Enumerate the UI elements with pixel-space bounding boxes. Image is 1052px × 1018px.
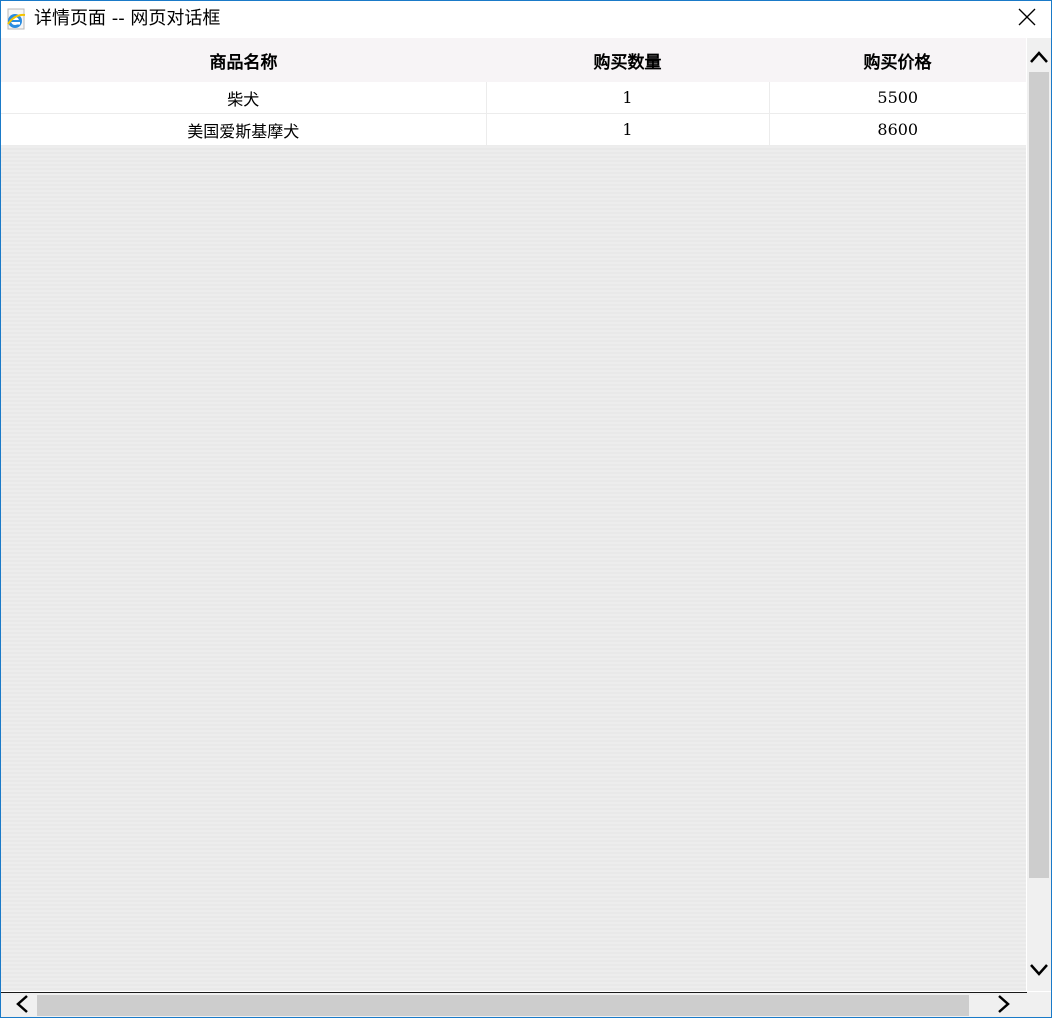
table-header-row: 商品名称 购买数量 购买价格 <box>1 38 1026 82</box>
vertical-scrollbar[interactable] <box>1027 38 1051 991</box>
dialog-window: 详情页面 -- 网页对话框 商品名称 购买数量 购买价格 柴犬 1 5500 美… <box>0 0 1052 1018</box>
content-area: 商品名称 购买数量 购买价格 柴犬 1 5500 美国爱斯基摩犬 1 8600 <box>1 38 1026 991</box>
cell-price: 8600 <box>769 113 1026 146</box>
vertical-scroll-thumb[interactable] <box>1029 72 1049 878</box>
column-header-product-name: 商品名称 <box>1 38 486 82</box>
close-icon <box>1018 8 1036 30</box>
column-header-price: 购买价格 <box>769 38 1026 82</box>
scrollbar-corner <box>1027 992 1051 1017</box>
window-title: 详情页面 -- 网页对话框 <box>34 8 221 29</box>
horizontal-scrollbar[interactable] <box>1 992 1027 1018</box>
scroll-down-button[interactable] <box>1027 955 1051 987</box>
scroll-up-button[interactable] <box>1027 42 1051 74</box>
horizontal-scroll-thumb[interactable] <box>37 995 969 1016</box>
ie-icon <box>5 8 27 30</box>
chevron-down-icon <box>1029 962 1049 981</box>
column-header-quantity: 购买数量 <box>486 38 769 82</box>
cell-product-name: 柴犬 <box>1 82 487 114</box>
cell-product-name: 美国爱斯基摩犬 <box>1 113 487 146</box>
chevron-right-icon <box>997 994 1011 1018</box>
table-row: 美国爱斯基摩犬 1 8600 <box>1 113 1026 146</box>
chevron-left-icon <box>15 994 29 1018</box>
table-row: 柴犬 1 5500 <box>1 82 1026 114</box>
cell-quantity: 1 <box>486 82 770 114</box>
order-detail-table: 商品名称 购买数量 购买价格 柴犬 1 5500 美国爱斯基摩犬 1 8600 <box>1 38 1026 146</box>
close-button[interactable] <box>1004 1 1050 37</box>
chevron-up-icon <box>1029 49 1049 68</box>
title-bar[interactable]: 详情页面 -- 网页对话框 <box>1 1 1051 37</box>
cell-price: 5500 <box>769 82 1026 114</box>
scroll-left-button[interactable] <box>5 993 39 1018</box>
cell-quantity: 1 <box>486 113 770 146</box>
scroll-right-button[interactable] <box>987 993 1021 1018</box>
